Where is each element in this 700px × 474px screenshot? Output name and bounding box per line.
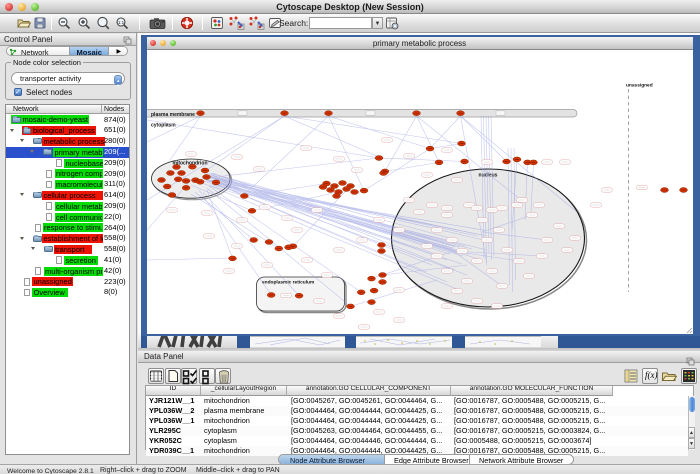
svg-text:endoplasmic reticulum: endoplasmic reticulum [262,280,314,286]
svg-text:1:1: 1:1 [118,20,125,25]
svg-text:cytoplasm: cytoplasm [151,123,176,129]
svg-text:plasma membrane: plasma membrane [151,112,195,118]
svg-text:unassigned: unassigned [626,83,653,89]
